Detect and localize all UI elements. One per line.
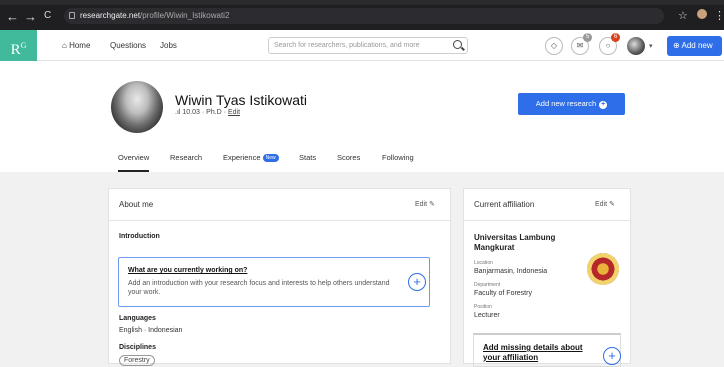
affiliation-title: Current affiliation	[474, 200, 535, 209]
about-edit-label: Edit	[415, 201, 428, 208]
messages-badge: 5	[583, 33, 592, 42]
url-path: /profile/Wiwin_Istikowati2	[140, 11, 230, 20]
about-edit-button[interactable]: Edit ✎	[415, 200, 435, 208]
location-value: Banjarmasin, Indonesia	[474, 268, 548, 275]
introduction-label: Introduction	[119, 233, 160, 240]
add-new-label: Add new	[681, 41, 713, 50]
edit-profile-link[interactable]: Edit	[228, 109, 240, 116]
nav-jobs[interactable]: Jobs	[160, 41, 177, 50]
add-new-research-button[interactable]: Add new research +	[518, 93, 625, 115]
tab-scores[interactable]: Scores	[337, 153, 360, 162]
position-value: Lecturer	[474, 312, 500, 319]
languages-label: Languages	[119, 315, 156, 322]
search-placeholder: Search for researchers, publications, an…	[274, 42, 420, 49]
institution-name[interactable]: Universitas Lambung Mangkurat	[474, 233, 574, 253]
search-icon[interactable]	[453, 40, 462, 49]
introduction-prompt[interactable]: What are you currently working on? Add a…	[118, 257, 430, 307]
pencil-icon: ✎	[609, 201, 615, 208]
nav-questions[interactable]: Questions	[110, 41, 146, 50]
tab-following[interactable]: Following	[382, 153, 414, 162]
affiliation-edit-label: Edit	[595, 201, 608, 208]
intro-description: Add an introduction with your research f…	[128, 280, 390, 296]
browser-chrome: ← → C researchgate.net/profile/Wiwin_Ist…	[0, 0, 724, 30]
add-details-plus-icon[interactable]: +	[603, 347, 621, 365]
add-new-button[interactable]: ⊕ Add new	[667, 36, 722, 56]
messages-icon[interactable]: ✉ 5	[571, 33, 592, 55]
user-avatar[interactable]	[627, 37, 645, 55]
notifications-icon[interactable]: ○ 6	[599, 33, 620, 55]
university-seal	[587, 253, 619, 285]
current-affiliation-card: Current affiliation Edit ✎ Universitas L…	[463, 188, 631, 367]
profile-meta: .ıl 10.03 · Ph.D · Edit	[175, 109, 241, 116]
add-intro-plus-icon[interactable]: +	[408, 273, 426, 291]
site: RG ⌂ Home Questions Jobs Search for rese…	[0, 30, 724, 367]
location-label: Location	[474, 260, 493, 266]
profile-photo[interactable]	[111, 81, 163, 133]
tab-research[interactable]: Research	[170, 153, 202, 162]
disciplines-label: Disciplines	[119, 344, 156, 351]
rg-score: 10.03	[182, 109, 200, 116]
profile-name: Wiwin Tyas Istikowati	[175, 92, 307, 108]
forward-button[interactable]: →	[24, 9, 37, 24]
plus-icon: +	[599, 101, 608, 109]
top-navigation: RG ⌂ Home Questions Jobs Search for rese…	[0, 30, 724, 61]
lock-icon	[69, 12, 75, 19]
profile-header: Wiwin Tyas Istikowati .ıl 10.03 · Ph.D ·…	[0, 61, 724, 172]
url-host: researchgate.net	[80, 11, 141, 20]
tab-experience-label: Experience	[223, 153, 261, 162]
tab-overview[interactable]: Overview	[118, 153, 150, 172]
discipline-chip[interactable]: Forestry	[119, 355, 155, 366]
position-label: Position	[474, 304, 492, 310]
home-icon: ⌂	[62, 41, 67, 50]
logo-letter: R	[10, 42, 21, 58]
add-new-research-label: Add new research	[535, 99, 597, 108]
degree: Ph.D	[206, 109, 222, 116]
address-bar[interactable]: researchgate.net/profile/Wiwin_Istikowat…	[64, 8, 664, 24]
department-label: Department	[474, 282, 501, 288]
notifications-badge: 6	[611, 33, 620, 42]
languages-value: English · Indonesian	[119, 327, 183, 334]
profile-avatar-icon[interactable]	[697, 9, 707, 19]
about-me-title: About me	[119, 200, 154, 209]
tag-icon[interactable]: ◇	[545, 37, 563, 55]
divider	[109, 220, 450, 221]
nav-home[interactable]: ⌂ Home	[62, 41, 90, 50]
nav-home-label: Home	[69, 41, 91, 50]
tab-strip	[0, 0, 724, 5]
tab-experience[interactable]: Experience New	[223, 153, 279, 162]
back-button[interactable]: ←	[6, 9, 19, 24]
affiliation-edit-button[interactable]: Edit ✎	[595, 200, 615, 208]
plus-circle-icon: ⊕	[673, 41, 680, 50]
researchgate-logo[interactable]: RG	[0, 30, 37, 61]
menu-icon[interactable]: ⋮	[714, 9, 724, 22]
missing-details-link[interactable]: Add missing details about your affiliati…	[483, 343, 593, 363]
department-value: Faculty of Forestry	[474, 290, 532, 297]
about-me-card: About me Edit ✎ Introduction What are yo…	[108, 188, 451, 366]
intro-question-link[interactable]: What are you currently working on?	[128, 267, 247, 274]
logo-sup: G	[20, 41, 27, 50]
reload-button[interactable]: C	[44, 10, 51, 21]
new-badge: New	[262, 154, 279, 162]
divider	[464, 220, 630, 221]
chevron-down-icon[interactable]: ▾	[649, 42, 653, 50]
search-input[interactable]: Search for researchers, publications, an…	[268, 37, 468, 54]
tab-stats[interactable]: Stats	[299, 153, 316, 162]
pencil-icon: ✎	[429, 201, 435, 208]
star-icon[interactable]: ☆	[678, 9, 688, 22]
score-icon: .ıl	[175, 109, 181, 116]
